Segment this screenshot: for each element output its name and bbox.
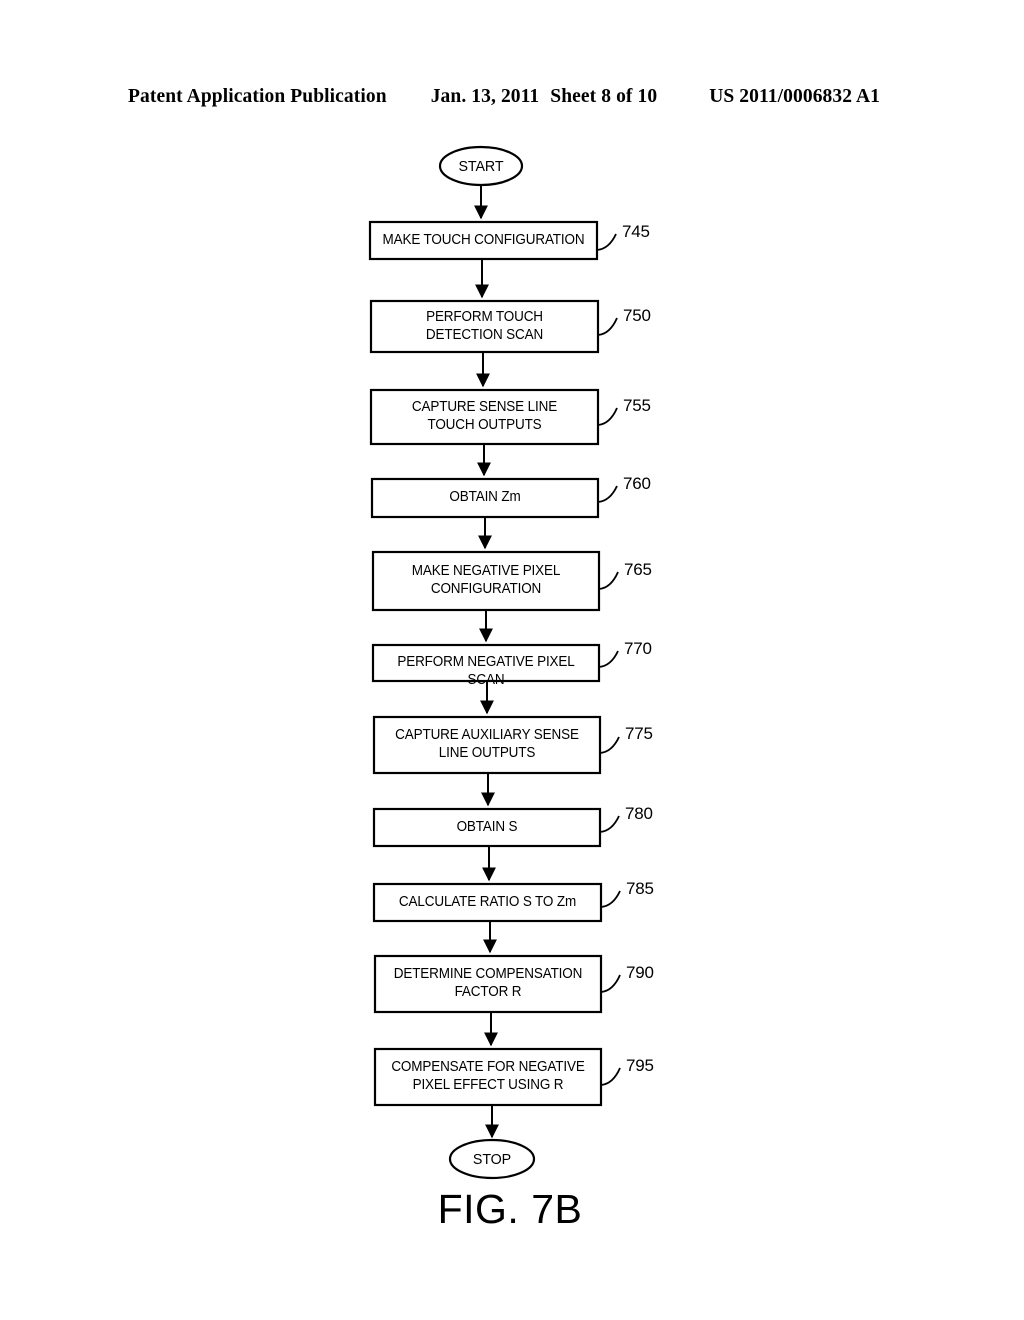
leader-line-755 xyxy=(597,407,618,426)
step-box-755 xyxy=(369,388,600,446)
leader-line-760 xyxy=(597,485,618,503)
leader-line-795 xyxy=(600,1067,621,1086)
stop-terminal-shape xyxy=(448,1138,536,1180)
leader-line-785 xyxy=(600,890,621,908)
leader-line-775 xyxy=(599,736,620,754)
leader-line-750 xyxy=(597,317,618,336)
leader-line-770 xyxy=(598,650,619,668)
leader-line-780 xyxy=(599,815,620,833)
step-box-770 xyxy=(371,643,601,683)
leader-line-765 xyxy=(598,571,619,590)
flowchart-drawing xyxy=(368,145,621,1180)
step-box-785 xyxy=(372,882,603,923)
flowchart-figure-7b: START STOP MAKE TOUCH CONFIGURATION 745 … xyxy=(0,0,1024,1320)
leader-line-745 xyxy=(596,233,617,251)
step-box-795 xyxy=(373,1047,603,1107)
step-box-790 xyxy=(373,954,603,1014)
step-box-745 xyxy=(368,220,599,261)
step-box-775 xyxy=(372,715,602,775)
step-box-760 xyxy=(370,477,600,519)
step-box-765 xyxy=(371,550,601,612)
leader-line-790 xyxy=(600,974,621,993)
step-box-750 xyxy=(369,299,600,354)
figure-caption: FIG. 7B xyxy=(437,1186,583,1232)
step-box-780 xyxy=(372,807,602,848)
start-terminal-shape xyxy=(438,145,524,187)
